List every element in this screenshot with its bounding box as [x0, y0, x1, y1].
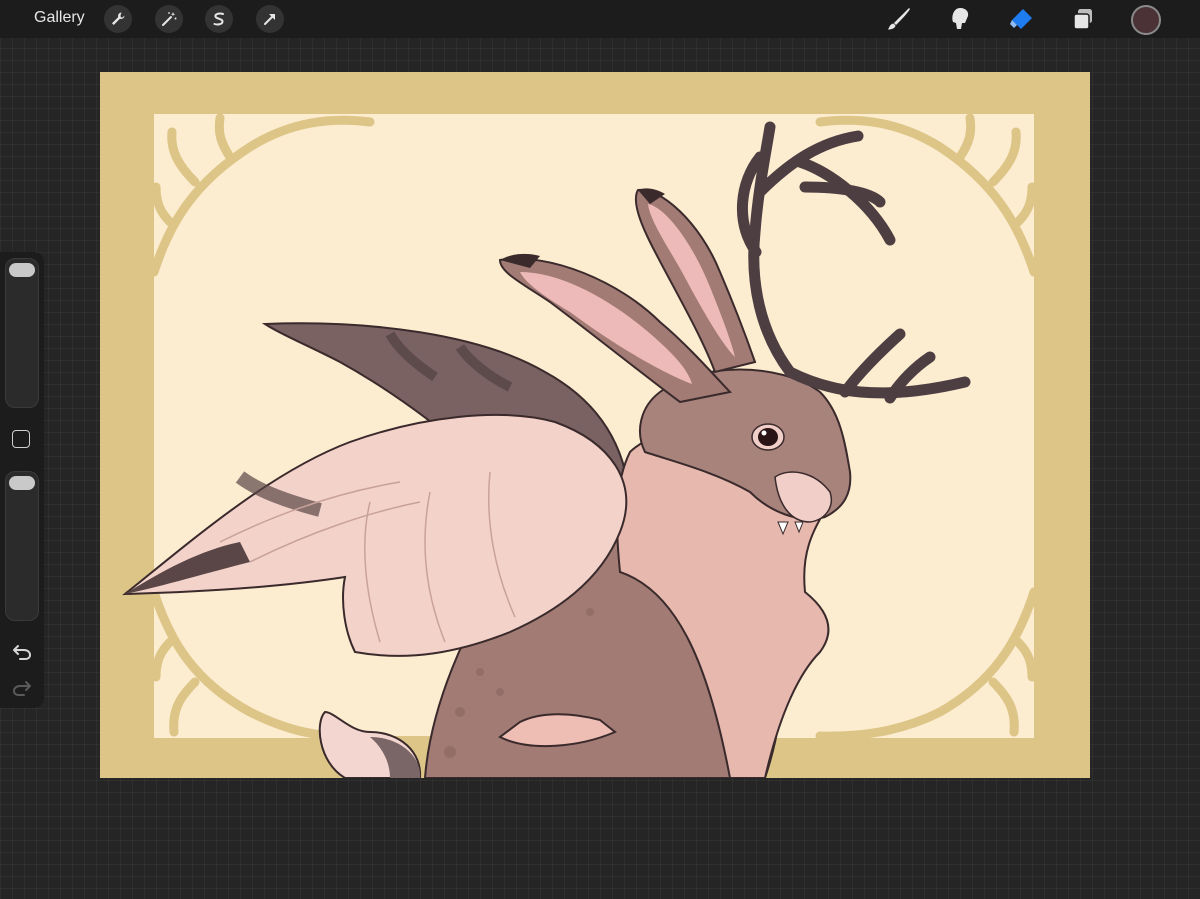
- brush-icon[interactable]: [884, 4, 914, 34]
- opacity-slider[interactable]: [5, 471, 39, 621]
- eye: [758, 428, 778, 446]
- opacity-handle[interactable]: [9, 476, 35, 490]
- modify-square-icon[interactable]: [12, 430, 30, 448]
- eraser-icon[interactable]: [1006, 4, 1036, 34]
- color-swatch[interactable]: [1131, 5, 1161, 35]
- selection-s-icon[interactable]: [205, 5, 233, 33]
- wrench-icon[interactable]: [104, 5, 132, 33]
- smudge-icon[interactable]: [945, 4, 975, 34]
- brush-size-slider[interactable]: [5, 258, 39, 408]
- redo-icon[interactable]: [10, 676, 34, 698]
- magic-wand-icon[interactable]: [155, 5, 183, 33]
- gallery-button[interactable]: Gallery: [34, 9, 85, 27]
- brush-size-handle[interactable]: [9, 263, 35, 277]
- drawing-canvas[interactable]: [100, 72, 1090, 779]
- transform-arrow-icon[interactable]: [256, 5, 284, 33]
- top-toolbar: Gallery: [0, 0, 1200, 38]
- left-sidebar: [0, 252, 44, 708]
- undo-icon[interactable]: [10, 640, 34, 662]
- layers-icon[interactable]: [1068, 4, 1098, 34]
- artwork: [122, 113, 1039, 779]
